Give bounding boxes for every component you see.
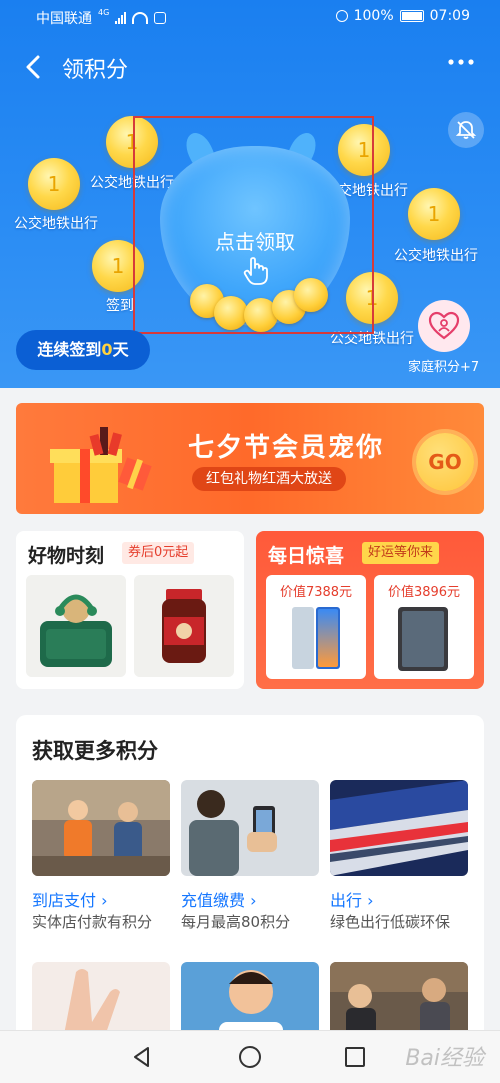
highlight-box (133, 116, 374, 334)
recents-square-icon[interactable] (344, 1046, 366, 1068)
points-coin-label: 公交地铁出行 (14, 216, 98, 232)
gift-box-icon (50, 427, 152, 503)
carrier-name: 中国联通 (36, 11, 92, 27)
daily-surprise-tag: 好运等你来 (362, 542, 440, 564)
banner-title: 七夕节会员宠你 (188, 433, 385, 463)
recharge-title: 充值缴费 (181, 891, 246, 910)
recharge-photo (181, 780, 319, 876)
family-points-label: 家庭积分+7 (408, 360, 480, 375)
product-sauce[interactable] (134, 575, 234, 677)
banner-subtitle: 红包礼物红酒大放送 (192, 467, 346, 491)
more-menu-button[interactable] (446, 56, 476, 76)
metro-train-photo (330, 780, 468, 876)
bell-off-icon (455, 121, 477, 139)
more-points-section: 获取更多积分 到店支付 › 实体店付款有积分 充值缴费 › 每月最高80积分 出… (16, 715, 484, 1045)
recharge-desc: 每月最高80积分 (181, 913, 291, 931)
daily-surprise-card[interactable]: 每日惊喜 好运等你来 价值7388元 价值3896元 (256, 531, 484, 689)
streak-suffix: 天 (112, 340, 129, 359)
battery-icon (399, 10, 424, 22)
network-type: 4G (98, 8, 110, 17)
back-button[interactable] (20, 52, 48, 82)
more-dots-icon (448, 59, 474, 65)
heart-person-icon (428, 311, 460, 340)
prize-tablet[interactable]: 价值3896元 (374, 575, 474, 679)
clock: 07:09 (429, 8, 470, 24)
wifi-icon (132, 12, 149, 24)
store-payment-title: 到店支付 (32, 891, 97, 910)
travel-tile[interactable] (330, 780, 468, 876)
recharge-link[interactable]: 充值缴费 › (181, 887, 257, 911)
travel-desc: 绿色出行低碳环保 (330, 913, 451, 931)
store-payment-photo (32, 780, 170, 876)
nav-bar: 领积分 (0, 44, 500, 90)
recharge-tile[interactable] (181, 780, 319, 876)
alarm-icon (335, 10, 348, 22)
streak-prefix: 连续签到 (37, 340, 102, 359)
baidu-watermark: Bai经验 (405, 1046, 484, 1071)
phone-image (292, 607, 340, 669)
travel-link[interactable]: 出行 › (330, 887, 374, 911)
daily-surprise-title: 每日惊喜 (268, 545, 345, 567)
status-bar: 中国联通 4G 100% 07:09 (0, 0, 500, 34)
go-button[interactable]: GO (416, 433, 474, 491)
prize-price: 价值3896元 (387, 585, 461, 600)
home-circle-icon[interactable] (238, 1045, 262, 1069)
signal-icon (115, 12, 127, 24)
points-coin[interactable]: 1 (28, 158, 80, 210)
prize-price: 价值7388元 (279, 585, 353, 600)
good-items-tag: 券后0元起 (122, 542, 195, 564)
points-coin-label: 签到 (106, 298, 134, 314)
hero-section: 中国联通 4G 100% 07:09 领积分 1 公交地铁出行 1 公交地铁出行… (0, 0, 500, 388)
speaker-image (26, 575, 126, 677)
store-payment-link[interactable]: 到店支付 › (32, 887, 108, 911)
points-coin[interactable]: 1 (408, 188, 460, 240)
store-payment-desc: 实体店付款有积分 (32, 913, 153, 931)
family-points-button[interactable] (412, 300, 472, 360)
streak-days: 0 (101, 340, 113, 359)
sign-in-streak-button[interactable]: 连续签到0天 (16, 330, 150, 370)
store-payment-tile[interactable] (32, 780, 170, 876)
good-items-title: 好物时刻 (28, 545, 105, 567)
battery-percent: 100% (353, 8, 394, 24)
good-items-card[interactable]: 好物时刻 券后0元起 (16, 531, 244, 689)
product-speaker[interactable] (26, 575, 126, 677)
prize-phone[interactable]: 价值7388元 (266, 575, 366, 679)
notification-icon (154, 12, 167, 24)
sauce-jar-image (134, 575, 234, 677)
page-title: 领积分 (62, 58, 129, 83)
reminder-toggle[interactable] (448, 112, 484, 148)
chevron-left-icon (26, 55, 40, 79)
points-coin-label: 公交地铁出行 (394, 248, 478, 264)
travel-title: 出行 (330, 891, 363, 910)
more-points-title: 获取更多积分 (32, 739, 158, 763)
qixi-promo-banner[interactable]: 七夕节会员宠你 红包礼物红酒大放送 GO (16, 403, 484, 514)
back-triangle-icon[interactable] (130, 1045, 154, 1069)
tablet-image (398, 607, 448, 671)
